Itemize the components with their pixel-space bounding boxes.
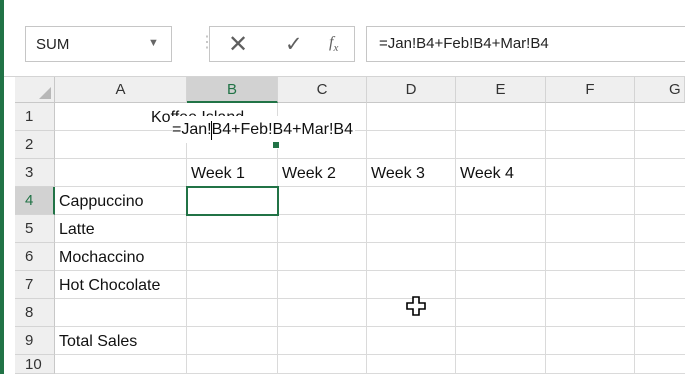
fill-handle[interactable] (272, 141, 280, 149)
column-header-e[interactable]: E (456, 77, 546, 103)
row-header-2[interactable]: 2 (15, 131, 55, 159)
cell-b7[interactable] (187, 271, 278, 299)
cell-g6[interactable] (635, 243, 685, 271)
cell-b6[interactable] (187, 243, 278, 271)
cell-c8[interactable] (278, 299, 367, 327)
cell-f1[interactable] (546, 103, 635, 131)
cell-e2[interactable] (456, 131, 546, 159)
cell-c9[interactable] (278, 327, 367, 355)
cell-d5[interactable] (367, 215, 456, 243)
cell-a9-total-sales[interactable]: Total Sales (59, 328, 137, 355)
cell-d6[interactable] (367, 243, 456, 271)
cell-a3[interactable] (55, 159, 187, 187)
active-cell-b4[interactable] (186, 186, 279, 216)
cell-g7[interactable] (635, 271, 685, 299)
cell-f2[interactable] (546, 131, 635, 159)
row-header-4[interactable]: 4 (15, 187, 55, 215)
cell-f7[interactable] (546, 271, 635, 299)
cell-e8[interactable] (456, 299, 546, 327)
cell-d10[interactable] (367, 355, 456, 374)
formula-bar-text: =Jan!B4+Feb!B4+Mar!B4 (379, 35, 549, 52)
formula-buttons: ✕ ✓ fx (209, 26, 355, 62)
cell-d2[interactable] (367, 131, 456, 159)
cancel-icon[interactable]: ✕ (228, 30, 248, 59)
cell-f4[interactable] (546, 187, 635, 215)
cell-g9[interactable] (635, 327, 685, 355)
cell-b3-week1[interactable]: Week 1 (191, 160, 245, 187)
column-header-f[interactable]: F (546, 77, 635, 103)
column-header-a[interactable]: A (55, 77, 187, 103)
cell-f6[interactable] (546, 243, 635, 271)
cell-d7[interactable] (367, 271, 456, 299)
cell-b4-editing-text[interactable]: =Jan!B4+Feb!B4+Mar!B4 (172, 116, 355, 143)
cell-e9[interactable] (456, 327, 546, 355)
cell-g5[interactable] (635, 215, 685, 243)
cell-e4[interactable] (456, 187, 546, 215)
cell-e10[interactable] (456, 355, 546, 374)
cell-a10[interactable] (55, 355, 187, 374)
column-header-c[interactable]: C (278, 77, 367, 103)
text-caret (211, 121, 212, 140)
cell-c7[interactable] (278, 271, 367, 299)
cell-f5[interactable] (546, 215, 635, 243)
row-header-5[interactable]: 5 (15, 215, 55, 243)
cell-a6-mochaccino[interactable]: Mochaccino (59, 244, 144, 271)
name-box-value: SUM (36, 36, 70, 53)
cell-g3[interactable] (635, 159, 685, 187)
cell-e3-week4[interactable]: Week 4 (460, 160, 514, 187)
cell-g1[interactable] (635, 103, 685, 131)
cell-g2[interactable] (635, 131, 685, 159)
cell-a5-latte[interactable]: Latte (59, 216, 95, 243)
cell-d3-week3[interactable]: Week 3 (371, 160, 425, 187)
cell-c5[interactable] (278, 215, 367, 243)
cell-b5[interactable] (187, 215, 278, 243)
row-header-6[interactable]: 6 (15, 243, 55, 271)
cell-f10[interactable] (546, 355, 635, 374)
column-header-g[interactable]: G (635, 77, 685, 103)
cell-g4[interactable] (635, 187, 685, 215)
cell-a4-cappuccino[interactable]: Cappuccino (59, 188, 144, 215)
column-header-b[interactable]: B (187, 77, 278, 103)
cell-f3[interactable] (546, 159, 635, 187)
chevron-down-icon[interactable]: ▼ (148, 37, 159, 49)
enter-icon[interactable]: ✓ (285, 32, 303, 57)
crosshair-cursor-icon (406, 296, 426, 316)
cell-f9[interactable] (546, 327, 635, 355)
cell-b10[interactable] (187, 355, 278, 374)
cell-d4[interactable] (367, 187, 456, 215)
cell-g8[interactable] (635, 299, 685, 327)
cell-c4[interactable] (278, 187, 367, 215)
cell-e5[interactable] (456, 215, 546, 243)
cell-g10[interactable] (635, 355, 685, 374)
cell-c10[interactable] (278, 355, 367, 374)
row-header-1[interactable]: 1 (15, 103, 55, 131)
insert-function-button[interactable]: fx (329, 34, 338, 54)
select-all-corner[interactable] (15, 77, 55, 103)
row-header-10[interactable]: 10 (15, 355, 55, 374)
formula-bar[interactable]: =Jan!B4+Feb!B4+Mar!B4 (366, 26, 685, 62)
cell-d9[interactable] (367, 327, 456, 355)
cell-e6[interactable] (456, 243, 546, 271)
cell-f8[interactable] (546, 299, 635, 327)
cell-e7[interactable] (456, 271, 546, 299)
column-header-d[interactable]: D (367, 77, 456, 103)
cell-a8[interactable] (55, 299, 187, 327)
cell-a2[interactable] (55, 131, 187, 159)
cell-c6[interactable] (278, 243, 367, 271)
cell-c3-week2[interactable]: Week 2 (282, 160, 336, 187)
select-all-triangle-icon (39, 87, 51, 99)
cell-b8[interactable] (187, 299, 278, 327)
name-box[interactable]: SUM ▼ (25, 26, 172, 62)
row-header-3[interactable]: 3 (15, 159, 55, 187)
row-header-7[interactable]: 7 (15, 271, 55, 299)
cell-e1[interactable] (456, 103, 546, 131)
row-header-8[interactable]: 8 (15, 299, 55, 327)
cell-d1[interactable] (367, 103, 456, 131)
row-header-9[interactable]: 9 (15, 327, 55, 355)
cell-a7-hot-chocolate[interactable]: Hot Chocolate (59, 272, 160, 299)
cell-b9[interactable] (187, 327, 278, 355)
